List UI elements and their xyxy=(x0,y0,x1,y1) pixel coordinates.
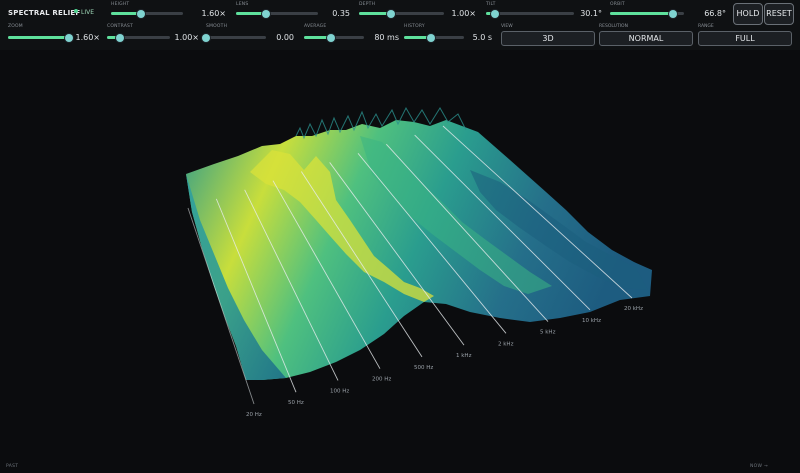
resolution-label: RESOLUTION xyxy=(599,24,628,29)
orbit-value: 66.8° xyxy=(704,9,726,18)
history-control: HISTORY 5.0 s xyxy=(404,24,492,42)
history-label: HISTORY xyxy=(404,24,425,29)
history-value: 5.0 s xyxy=(472,33,492,42)
zoom-control: ZOOM 1.60× xyxy=(8,24,100,42)
height-slider-thumb[interactable] xyxy=(137,9,146,18)
smooth-label: SMOOTH xyxy=(206,24,228,29)
footer-now-label: NOW → xyxy=(750,464,769,469)
tilt-slider-thumb[interactable] xyxy=(490,9,499,18)
zoom-label: ZOOM xyxy=(8,24,23,29)
orbit-slider-fill xyxy=(610,12,673,15)
depth-slider-thumb[interactable] xyxy=(387,9,396,18)
average-slider[interactable] xyxy=(304,33,364,42)
depth-value: 1.00× xyxy=(451,9,476,18)
orbit-slider-thumb[interactable] xyxy=(668,9,677,18)
app-title: SPECTRAL RELIEF xyxy=(8,9,81,17)
height-label: HEIGHT xyxy=(111,2,130,7)
lens-label: LENS xyxy=(236,2,249,7)
lens-slider-thumb[interactable] xyxy=(262,9,271,18)
lens-value: 0.35 xyxy=(332,9,350,18)
freq-label-200-hz: 200 Hz xyxy=(372,377,391,383)
lens-control: LENS 0.35 xyxy=(236,2,351,18)
zoom-value: 1.60× xyxy=(75,33,100,42)
freq-label-20-hz: 20 Hz xyxy=(246,412,262,418)
range-label: RANGE xyxy=(698,24,714,29)
tilt-control: TILT 30.1° xyxy=(486,2,602,18)
spectral-relief-view[interactable]: 20 Hz 50 Hz 100 Hz 200 Hz 500 Hz 1 kHz 2 kHz 5 … xyxy=(0,50,800,460)
reset-button[interactable]: RESET xyxy=(764,3,794,25)
smooth-value: 0.00 xyxy=(276,33,294,42)
freq-label-10-khz: 10 kHz xyxy=(582,318,601,324)
freq-label-1-khz: 1 kHz xyxy=(456,353,472,359)
freq-label-2-khz: 2 kHz xyxy=(498,341,514,347)
tilt-label: TILT xyxy=(486,2,496,7)
average-control: AVERAGE 80 ms xyxy=(304,24,399,42)
depth-control: DEPTH 1.00× xyxy=(359,2,477,18)
height-slider[interactable] xyxy=(111,9,183,18)
depth-slider[interactable] xyxy=(359,9,444,18)
average-value: 80 ms xyxy=(374,33,399,42)
footer-past-label: PAST xyxy=(6,464,19,469)
tilt-slider[interactable] xyxy=(486,9,574,18)
height-control: HEIGHT 1.60× xyxy=(111,2,226,18)
contrast-control: CONTRAST 1.00× xyxy=(107,24,199,42)
live-dot-icon xyxy=(74,9,78,13)
depth-label: DEPTH xyxy=(359,2,376,7)
lens-slider[interactable] xyxy=(236,9,318,18)
freq-label-50-hz: 50 Hz xyxy=(288,400,304,406)
freq-label-5-khz: 5 kHz xyxy=(540,330,556,336)
toolbar: SPECTRAL RELIEF LIVE HEIGHT 1.60× LENS 0… xyxy=(0,0,800,50)
live-indicator: LIVE xyxy=(74,9,94,16)
hold-button[interactable]: HOLD xyxy=(733,3,763,25)
smooth-slider-thumb[interactable] xyxy=(202,33,210,42)
height-value: 1.60× xyxy=(201,9,226,18)
freq-label-20-khz: 20 kHz xyxy=(624,306,643,312)
history-slider-thumb[interactable] xyxy=(427,33,435,42)
freq-label-500-hz: 500 Hz xyxy=(414,365,433,371)
smooth-control: SMOOTH 0.00 xyxy=(202,24,296,42)
freq-label-100-hz: 100 Hz xyxy=(330,388,349,394)
view-select[interactable]: 3D xyxy=(501,31,595,46)
tilt-value: 30.1° xyxy=(580,9,602,18)
average-slider-thumb[interactable] xyxy=(327,33,335,42)
range-select[interactable]: FULL xyxy=(698,31,792,46)
view-label: VIEW xyxy=(501,24,513,29)
live-label: LIVE xyxy=(81,9,95,16)
resolution-select[interactable]: NORMAL xyxy=(599,31,693,46)
orbit-control: ORBIT 66.8° xyxy=(610,2,726,18)
contrast-value: 1.00× xyxy=(174,33,199,42)
orbit-slider[interactable] xyxy=(610,9,684,18)
average-label: AVERAGE xyxy=(304,24,327,29)
contrast-label: CONTRAST xyxy=(107,24,134,29)
orbit-label: ORBIT xyxy=(610,2,625,7)
contrast-slider-thumb[interactable] xyxy=(115,33,124,42)
spectrum-surface xyxy=(186,106,652,380)
